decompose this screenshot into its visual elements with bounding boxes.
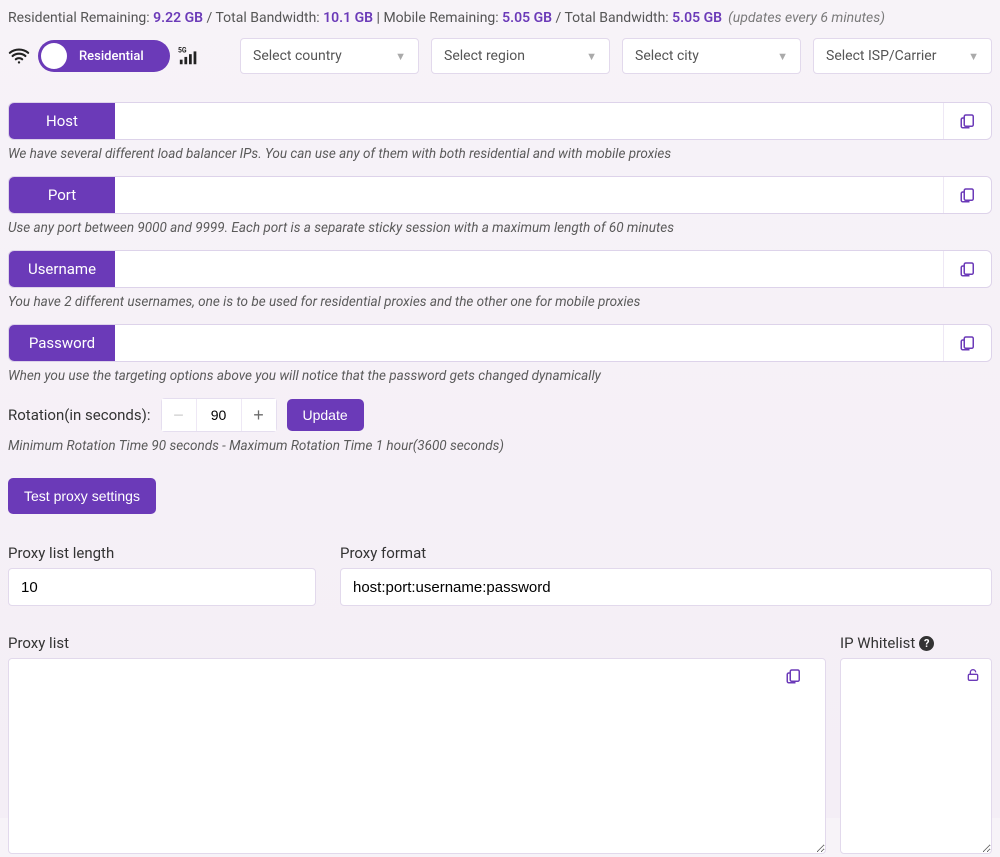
rotation-label: Rotation(in seconds): — [8, 406, 151, 424]
password-input[interactable] — [115, 325, 943, 361]
port-hint: Use any port between 9000 and 9999. Each… — [8, 220, 992, 236]
chevron-down-icon: ▼ — [777, 50, 788, 63]
mob-total-sep: / Total Bandwidth: — [552, 10, 672, 26]
host-block: Host We have several different load bala… — [8, 102, 992, 162]
chevron-down-icon: ▼ — [395, 50, 406, 63]
username-row: Username — [8, 250, 992, 288]
proxy-list-box — [8, 658, 826, 854]
help-icon[interactable]: ? — [919, 636, 934, 651]
port-copy-button[interactable] — [943, 177, 991, 213]
res-total-sep: / Total Bandwidth: — [203, 10, 323, 26]
host-label: Host — [9, 103, 115, 139]
bandwidth-separator: | — [373, 10, 383, 26]
proxy-config-row: Proxy list length Proxy format — [8, 544, 992, 606]
password-row: Password — [8, 324, 992, 362]
mob-total-value: 5.05 GB — [672, 10, 722, 26]
proxy-list-textarea[interactable] — [9, 659, 825, 853]
rotation-row: Rotation(in seconds): − + Update — [8, 398, 992, 432]
password-hint: When you use the targeting options above… — [8, 368, 992, 384]
chevron-down-icon: ▼ — [968, 50, 979, 63]
port-block: Port Use any port between 9000 and 9999.… — [8, 176, 992, 236]
update-button[interactable]: Update — [287, 399, 364, 431]
proxy-type-toggle-wrap: Residential 5G — [8, 40, 200, 72]
port-row: Port — [8, 176, 992, 214]
password-copy-button[interactable] — [943, 325, 991, 361]
proxy-list-length-col: Proxy list length — [8, 544, 316, 606]
host-input[interactable] — [115, 103, 943, 139]
password-label: Password — [9, 325, 115, 361]
bottom-row: Proxy list IP Whitelist ? — [8, 634, 992, 854]
country-select[interactable]: Select country ▼ — [240, 38, 419, 74]
chevron-down-icon: ▼ — [586, 50, 597, 63]
lock-icon — [965, 667, 981, 687]
country-select-label: Select country — [253, 48, 342, 64]
mob-remaining-value: 5.05 GB — [502, 10, 552, 26]
isp-select-label: Select ISP/Carrier — [826, 48, 936, 64]
port-input[interactable] — [115, 177, 943, 213]
ip-whitelist-col: IP Whitelist ? — [840, 634, 992, 854]
rotation-stepper: − + — [161, 398, 277, 432]
updates-hint: (updates every 6 minutes) — [728, 10, 885, 26]
rotation-hint: Minimum Rotation Time 90 seconds - Maxim… — [8, 438, 992, 454]
host-copy-button[interactable] — [943, 103, 991, 139]
proxy-list-col: Proxy list — [8, 634, 826, 854]
toggle-label: Residential — [79, 49, 144, 64]
isp-select[interactable]: Select ISP/Carrier ▼ — [813, 38, 992, 74]
res-remaining-value: 9.22 GB — [153, 10, 203, 26]
res-remaining-label: Residential Remaining: — [8, 10, 153, 26]
host-hint: We have several different load balancer … — [8, 146, 992, 162]
toggle-handle — [41, 43, 67, 69]
city-select-label: Select city — [635, 48, 699, 64]
rotation-increment-button[interactable]: + — [242, 399, 276, 431]
res-total-value: 10.1 GB — [323, 10, 373, 26]
proxy-format-input[interactable] — [340, 568, 992, 606]
proxy-list-label: Proxy list — [8, 634, 826, 652]
rotation-decrement-button[interactable]: − — [162, 399, 196, 431]
host-row: Host — [8, 102, 992, 140]
controls-row: Residential 5G Select country ▼ Select re… — [8, 38, 992, 74]
username-input[interactable] — [115, 251, 943, 287]
city-select[interactable]: Select city ▼ — [622, 38, 801, 74]
test-proxy-button[interactable]: Test proxy settings — [8, 478, 156, 514]
username-copy-button[interactable] — [943, 251, 991, 287]
port-label: Port — [9, 177, 115, 213]
username-block: Username You have 2 different usernames,… — [8, 250, 992, 310]
password-block: Password When you use the targeting opti… — [8, 324, 992, 384]
ip-whitelist-label: IP Whitelist — [840, 634, 915, 652]
svg-text:5G: 5G — [178, 46, 187, 54]
rotation-input[interactable] — [196, 399, 242, 431]
region-select[interactable]: Select region ▼ — [431, 38, 610, 74]
proxy-list-length-label: Proxy list length — [8, 544, 316, 562]
username-hint: You have 2 different usernames, one is t… — [8, 294, 992, 310]
proxy-list-length-input[interactable] — [8, 568, 316, 606]
bandwidth-status: Residential Remaining: 9.22 GB / Total B… — [8, 8, 992, 28]
signal-5g-icon: 5G — [178, 45, 200, 67]
username-label: Username — [9, 251, 115, 287]
wifi-icon — [8, 45, 30, 67]
ip-whitelist-box — [840, 658, 992, 854]
mob-remaining-label: Mobile Remaining: — [383, 10, 502, 26]
proxy-list-copy-button[interactable] — [785, 667, 803, 689]
proxy-format-label: Proxy format — [340, 544, 992, 562]
ip-whitelist-label-row: IP Whitelist ? — [840, 634, 992, 652]
ip-whitelist-textarea[interactable] — [841, 659, 991, 853]
proxy-type-toggle[interactable]: Residential — [38, 40, 170, 72]
proxy-format-col: Proxy format — [340, 544, 992, 606]
region-select-label: Select region — [444, 48, 525, 64]
targeting-selects: Select country ▼ Select region ▼ Select ci… — [240, 38, 992, 74]
